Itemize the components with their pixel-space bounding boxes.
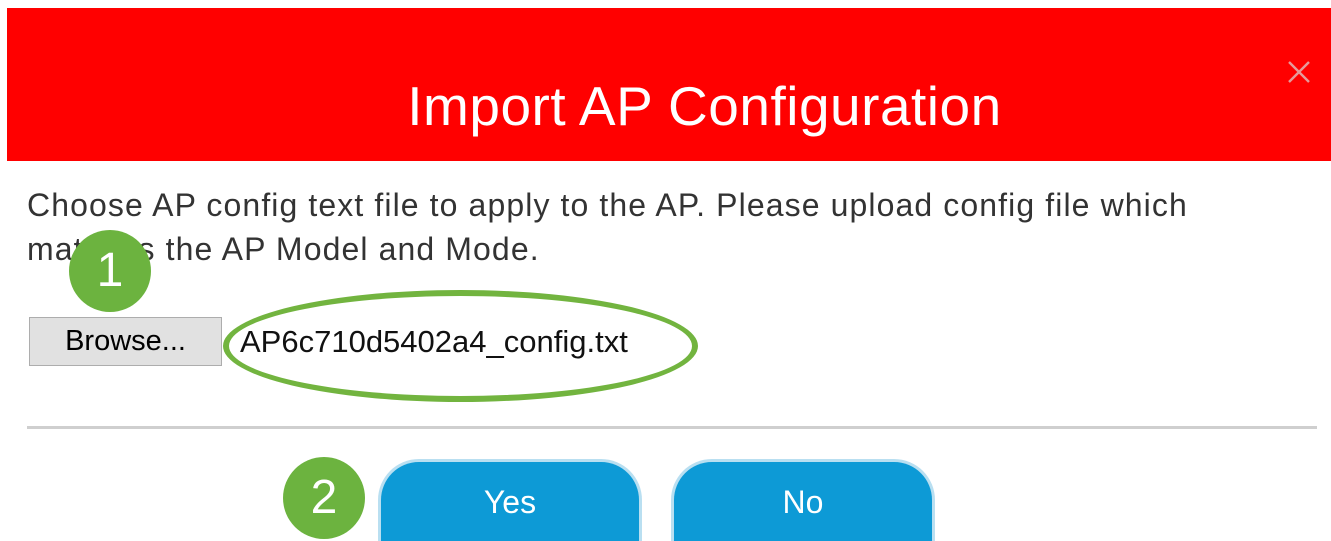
dialog-title: Import AP Configuration (407, 75, 1002, 137)
no-button[interactable]: No (671, 459, 935, 541)
dialog-header: Import AP Configuration (7, 8, 1331, 161)
step-2-badge: 2 (283, 457, 365, 539)
dialog-divider (27, 426, 1317, 429)
dialog-message: Choose AP config text file to apply to t… (27, 187, 1188, 267)
browse-button[interactable]: Browse... (29, 317, 222, 366)
close-icon[interactable] (1287, 60, 1311, 84)
import-ap-config-dialog: Import AP Configuration Choose AP config… (0, 0, 1331, 541)
step-1-badge: 1 (69, 230, 151, 312)
yes-button[interactable]: Yes (378, 459, 642, 541)
annotation-highlight-ellipse (223, 290, 698, 402)
